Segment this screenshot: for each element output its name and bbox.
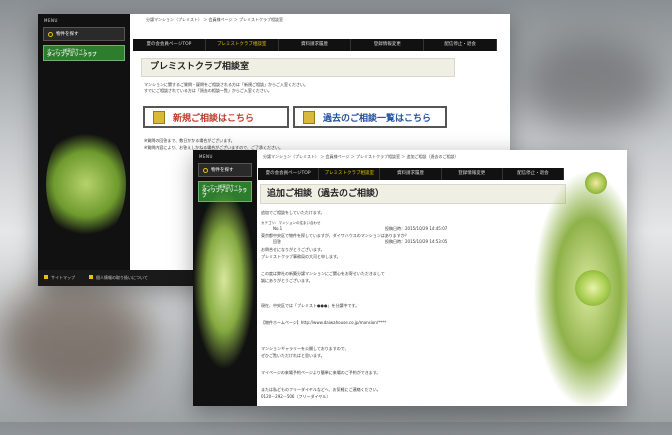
nav-docs[interactable]: 資料請求履歴 bbox=[380, 168, 442, 180]
search-label: 物件を探す bbox=[56, 32, 79, 37]
club-name: ダイワファミリークラブ bbox=[47, 53, 97, 58]
search-icon bbox=[48, 31, 53, 37]
nav-profile[interactable]: 登録情報変更 bbox=[351, 39, 425, 51]
category-line: カテゴリ：マンションの住まい合わせ bbox=[261, 221, 321, 225]
note-line: ※質問の回答まで、数日かかる場合がございます。 bbox=[144, 138, 235, 143]
past-consult-button[interactable]: 過去のご相談一覧はこちら bbox=[293, 106, 447, 128]
family-club-banner[interactable]: オーナー様専用サイト ダイワファミリークラブ bbox=[43, 45, 125, 61]
post-date: 投稿日時：2015/10/29 14:45:07 bbox=[385, 226, 448, 231]
body-line: 誠にありがとうございます。 bbox=[261, 278, 313, 283]
breadcrumb: 分譲マンション（プレミスト） ＞ 会員様ページ ＞ プレミストクラブ相談室 bbox=[146, 17, 284, 22]
nav-top[interactable]: 夏の会会員ページTOP bbox=[258, 168, 320, 180]
new-consult-button[interactable]: 新規ご相談はこちら bbox=[143, 106, 289, 128]
new-consult-label: 新規ご相談はこちら bbox=[173, 113, 255, 124]
memo-icon bbox=[303, 110, 315, 124]
body-line: マンションギャラリーを公開しておりますので、 bbox=[261, 346, 349, 351]
intro-line: すでにご相談されている方は「過去の相談一覧」からご入室ください。 bbox=[144, 88, 272, 93]
privacy-link[interactable]: 個人情報の取り扱いについて bbox=[89, 275, 148, 281]
back-sidebar: MENU 物件を探す オーナー様専用サイト ダイワファミリークラブ bbox=[38, 14, 130, 286]
answer-label: 回答 bbox=[273, 239, 281, 244]
front-nav: 夏の会会員ページTOP プレミストクラブ相談室 資料請求履歴 登録情報変更 配信… bbox=[258, 168, 565, 180]
body-line: プレミストクラブ事務局の大河と申します。 bbox=[261, 254, 341, 259]
front-window: MENU 物件を探す オーナー様専用サイト ダイワファミリークラブ 分譲マンション… bbox=[193, 150, 627, 406]
background-blur bbox=[520, 40, 660, 130]
question-number: No.1 bbox=[273, 226, 283, 231]
nav-unsubscribe[interactable]: 配信停止・退会 bbox=[424, 39, 497, 51]
background-blur bbox=[0, 280, 150, 400]
past-consult-label: 過去のご相談一覧はこちら bbox=[323, 113, 432, 124]
menu-label: MENU bbox=[44, 18, 58, 23]
sitemap-link[interactable]: サイトマップ bbox=[44, 275, 75, 281]
body-line: マイページの来場予約ページより簡単に来場のご予約ができます。 bbox=[261, 370, 381, 375]
body-line: 追加でご相談をしていただけます。 bbox=[261, 210, 325, 215]
body-line: 現在、中央区では「プレミスト●●●」を分譲中です。 bbox=[261, 303, 360, 308]
nav-unsubscribe[interactable]: 配信停止・退会 bbox=[503, 168, 565, 180]
body-line: ぜひご覧いただければと思います。 bbox=[261, 353, 325, 358]
phone-line: 0120－292－506（フリーダイヤル） bbox=[261, 394, 331, 399]
nav-consult[interactable]: プレミストクラブ相談室 bbox=[206, 39, 279, 51]
search-icon bbox=[203, 167, 208, 173]
back-nav: 夏の会会員ページTOP プレミストクラブ相談室 資料請求履歴 登録情報変更 配信… bbox=[133, 39, 497, 51]
flower-decoration bbox=[575, 270, 611, 306]
page-title: 追加ご相談（過去のご相談） bbox=[260, 184, 566, 204]
plant-decoration bbox=[46, 124, 126, 244]
breadcrumb: 分譲マンション（プレミスト） ＞ 会員様ページ ＞ プレミストクラブ相談室 ＞ … bbox=[263, 154, 459, 159]
nav-top[interactable]: 夏の会会員ページTOP bbox=[133, 39, 206, 51]
body-line: お問合せになりがとうございます。 bbox=[261, 247, 325, 252]
page-title: プレミストクラブ相談室 bbox=[141, 58, 455, 77]
post-date: 投稿日時：2015/10/29 14:53:05 bbox=[385, 239, 448, 244]
body-line: この度は弊社の新築分譲マンションにご関心をお寄せいただきまして bbox=[261, 271, 385, 276]
memo-icon bbox=[153, 110, 165, 124]
menu-label: MENU bbox=[199, 154, 213, 159]
nav-consult[interactable]: プレミストクラブ相談室 bbox=[319, 168, 381, 180]
body-line: または私どものフリーダイヤルなどへ、お気軽にご連絡ください。 bbox=[261, 387, 381, 392]
nav-docs[interactable]: 資料請求履歴 bbox=[279, 39, 352, 51]
search-button[interactable]: 物件を探す bbox=[43, 27, 125, 41]
search-button[interactable]: 物件を探す bbox=[198, 163, 252, 177]
body-line: 【物件ホームページ】http://www.daiwahouse.co.jp/ma… bbox=[261, 320, 387, 325]
nav-profile[interactable]: 登録情報変更 bbox=[442, 168, 503, 180]
search-label: 物件を探す bbox=[211, 168, 234, 173]
plant-decoration bbox=[193, 190, 255, 370]
bud-decoration bbox=[585, 172, 607, 194]
